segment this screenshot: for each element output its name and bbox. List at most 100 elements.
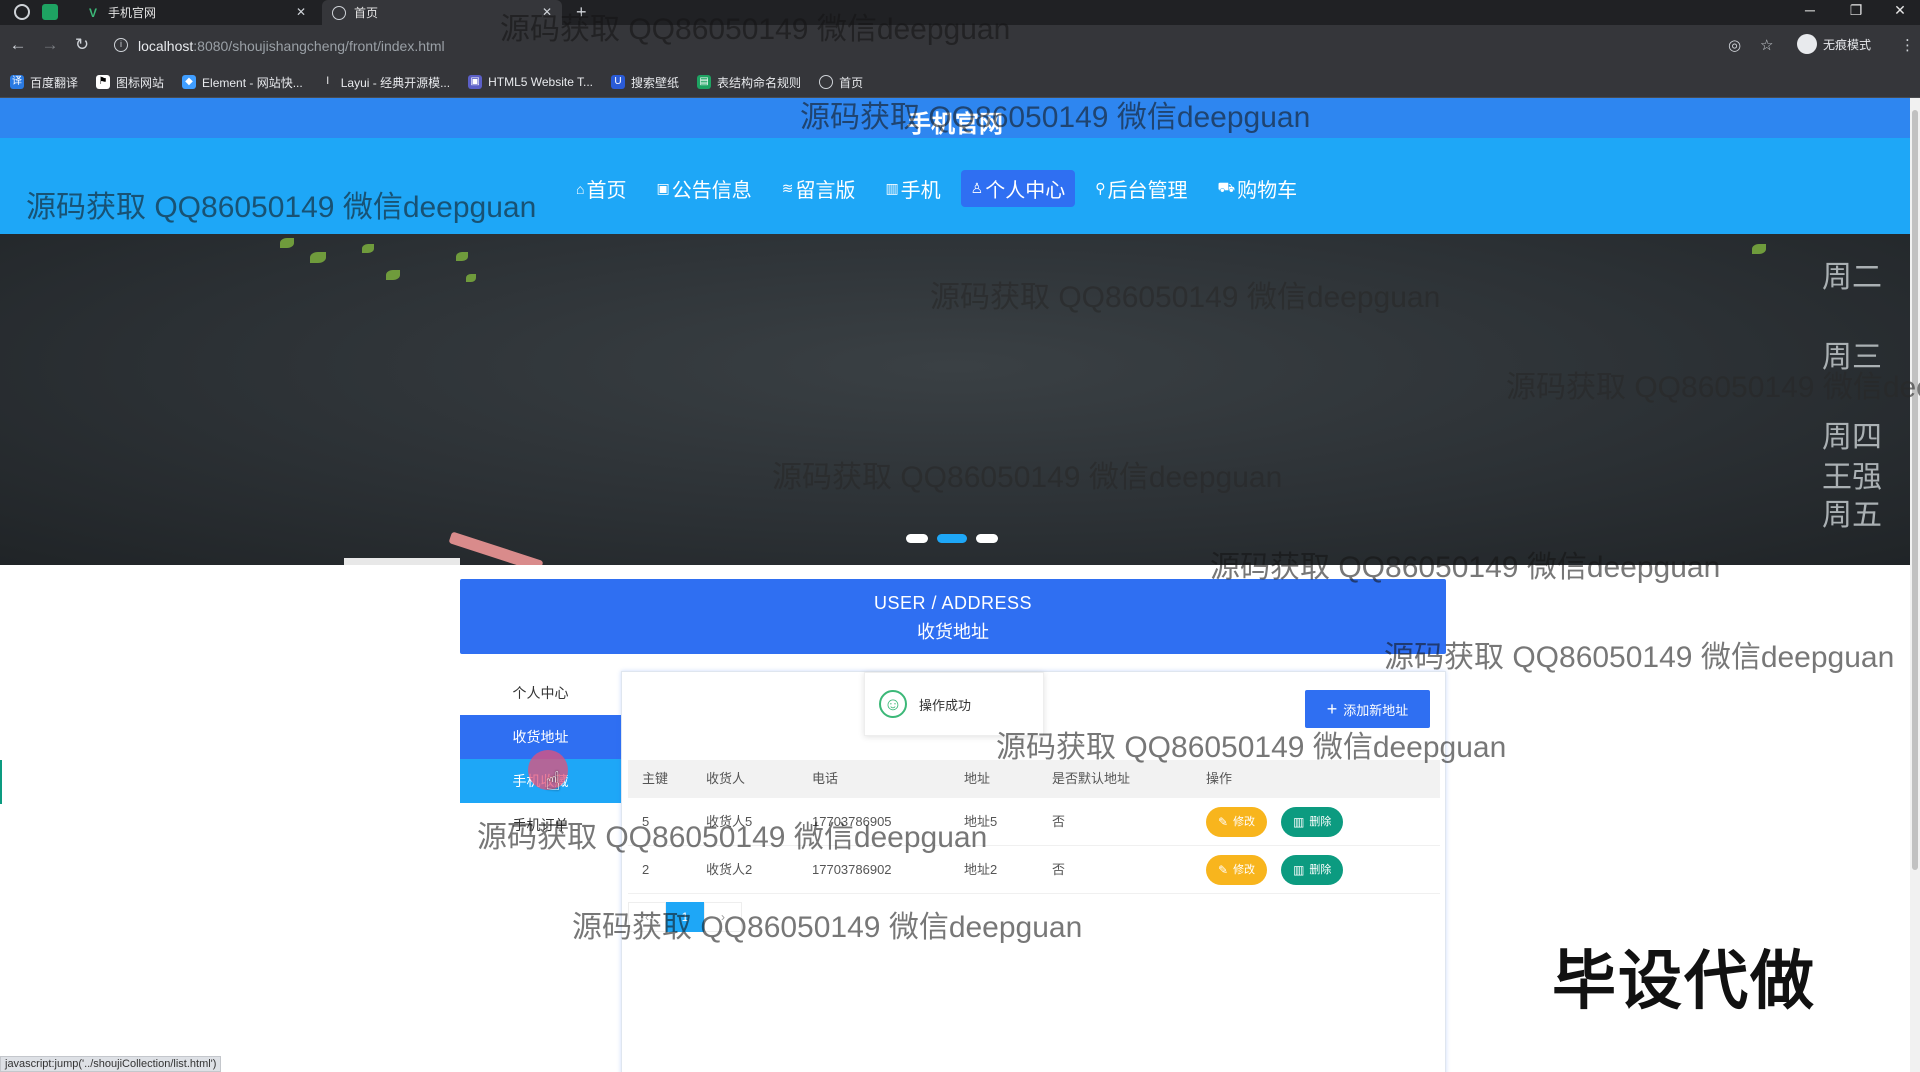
page-next[interactable]: › (704, 902, 742, 932)
banner-carousel[interactable]: 周二 周三 周四 王强 周五 (0, 234, 1910, 565)
column-header: 地址 (964, 771, 991, 786)
column-header: 主键 (642, 771, 669, 786)
nav-home[interactable]: ⌂ 首页 (566, 170, 636, 207)
tab-home[interactable]: 首页 ✕ (322, 0, 562, 25)
bookmark-item[interactable]: U 搜索壁纸 (611, 74, 679, 91)
restore-icon[interactable]: ❐ (1836, 2, 1876, 19)
nav-messages[interactable]: ≋ 留言版 (772, 170, 866, 207)
home-icon: ⌂ (576, 180, 585, 197)
bookmark-item[interactable]: l Layui - 经典开源模... (320, 74, 450, 91)
tab-label: 首页 (354, 6, 379, 20)
cell-phone: 17703786905 (812, 814, 892, 829)
column-header: 收货人 (706, 771, 746, 786)
user-icon: ♙ (970, 180, 984, 196)
browser-toolbar: ← → ↻ i localhost:8080/shoujishangcheng/… (0, 25, 1920, 67)
column-header: 是否默认地址 (1052, 771, 1131, 786)
message-icon: ≋ (781, 180, 794, 196)
globe-icon (332, 5, 346, 20)
column-header: 操作 (1206, 771, 1233, 786)
tracking-off-icon[interactable]: ◎ (1728, 36, 1741, 54)
incognito-badge[interactable]: 无痕模式 (1797, 34, 1871, 54)
delete-button[interactable]: ▥ 删除 (1281, 854, 1344, 885)
nav-notice[interactable]: ▣ 公告信息 (646, 170, 761, 207)
banner-leaf (310, 252, 326, 263)
address-bar[interactable]: i localhost:8080/shoujishangcheng/front/… (108, 31, 1728, 61)
translate-icon: 译 (10, 75, 24, 89)
element-icon: ◆ (182, 75, 197, 89)
forward-icon[interactable]: → (39, 35, 61, 55)
cell-phone: 17703786902 (812, 862, 892, 877)
edit-button[interactable]: ✎ 修改 (1206, 806, 1268, 837)
breadcrumb-en: USER / ADDRESS (873, 593, 1033, 613)
flag-icon: ⚑ (96, 75, 111, 89)
cart-icon: ⛟ (1217, 179, 1236, 195)
star-icon[interactable]: ☆ (1760, 36, 1773, 54)
carousel-dot[interactable] (976, 534, 998, 543)
close-icon[interactable]: ✕ (542, 5, 552, 19)
chalk-piece (448, 531, 544, 565)
notice-icon: ▣ (656, 180, 670, 196)
delete-button[interactable]: ▥ 删除 (1281, 806, 1344, 837)
close-icon[interactable]: ✕ (296, 5, 306, 19)
chalk-text: 周四 (1822, 420, 1882, 455)
carousel-dot-active[interactable] (937, 534, 967, 543)
nav-cart[interactable]: ⛟ 购物车 (1208, 170, 1308, 207)
banner-leaf (466, 274, 476, 282)
globe-icon (819, 75, 834, 89)
page-prev[interactable]: ‹ (628, 902, 666, 932)
web-page: 手机官网 ⌂ 首页 ▣ 公告信息 ≋ 留言版 ▥ 手机 ♙ 个人中心 ⚲ 后台管理 ⛟ 购物车… (0, 98, 1910, 1072)
cell-name: 收货人2 (706, 862, 753, 877)
tab-phone-site[interactable]: V 手机官网 ✕ (76, 0, 316, 25)
add-address-button[interactable]: + 添加新地址 (1305, 690, 1430, 728)
app-favicon-icon[interactable] (42, 4, 58, 20)
cell-default: 否 (1052, 814, 1066, 829)
more-menu-icon[interactable]: ⋮ (1900, 36, 1915, 54)
minimize-icon[interactable]: ─ (1790, 2, 1830, 18)
phone-icon: ▥ (885, 180, 899, 196)
sheet-icon: ▤ (697, 75, 712, 89)
bookmark-item[interactable]: ◆ Element - 网站快... (182, 74, 303, 91)
close-window-icon[interactable]: ✕ (1880, 2, 1920, 19)
cell-default: 否 (1052, 862, 1066, 877)
sidebar-item-user-center[interactable]: 个人中心 (460, 671, 621, 715)
bookmark-item[interactable]: ▣ HTML5 Website T... (468, 75, 593, 89)
url-text: localhost:8080/shoujishangcheng/front/in… (138, 38, 445, 54)
bookmark-item[interactable]: 首页 (819, 74, 863, 91)
bookmark-item[interactable]: ▤ 表结构命名规则 (697, 74, 801, 91)
chalk-text: 周三 (1822, 340, 1882, 375)
banner-edge (344, 558, 460, 565)
smile-icon: ☺ (879, 690, 907, 718)
column-header: 电话 (812, 771, 839, 786)
cell-address: 地址2 (964, 862, 998, 877)
success-toast: ☺ 操作成功 (864, 672, 1044, 736)
table-row: 2 收货人2 17703786902 地址2 否 ✎ 修改 ▥ 删除 (628, 846, 1440, 894)
site-info-icon[interactable]: i (114, 38, 128, 52)
nav-user-center[interactable]: ♙ 个人中心 (960, 170, 1076, 207)
back-icon[interactable]: ← (7, 35, 29, 55)
edit-button[interactable]: ✎ 修改 (1206, 854, 1268, 885)
cell-address: 地址5 (964, 814, 998, 829)
page-scrollbar[interactable] (1910, 98, 1920, 1072)
wallpaper-icon: U (611, 75, 626, 89)
sidebar-item-orders[interactable]: 手机订单 (460, 803, 621, 847)
page-number[interactable]: 1 (666, 902, 704, 932)
browser-menu-icon[interactable] (14, 4, 30, 20)
carousel-dot[interactable] (906, 534, 928, 543)
new-tab-button[interactable]: + (576, 2, 587, 23)
chalk-text: 周二 (1822, 260, 1882, 295)
html5-icon: ▣ (468, 75, 483, 89)
bookmark-item[interactable]: ⚑ 图标网站 (96, 74, 164, 91)
cell-actions: ✎ 修改 ▥ 删除 (1206, 846, 1440, 893)
bookmark-item[interactable]: 译百度翻译 (10, 74, 78, 91)
nav-phones[interactable]: ▥ 手机 (875, 170, 950, 207)
left-edge-marker (0, 760, 2, 804)
scrollbar-thumb[interactable] (1912, 110, 1918, 870)
layui-icon: l (320, 75, 335, 89)
cell-actions: ✎ 修改 ▥ 删除 (1206, 798, 1440, 845)
carousel-indicators (906, 534, 1007, 543)
banner-leaf (386, 270, 400, 280)
nav-admin[interactable]: ⚲ 后台管理 (1085, 170, 1197, 207)
cell-id: 2 (642, 862, 650, 877)
banner-leaf (280, 238, 294, 248)
reload-icon[interactable]: ↻ (71, 35, 93, 55)
